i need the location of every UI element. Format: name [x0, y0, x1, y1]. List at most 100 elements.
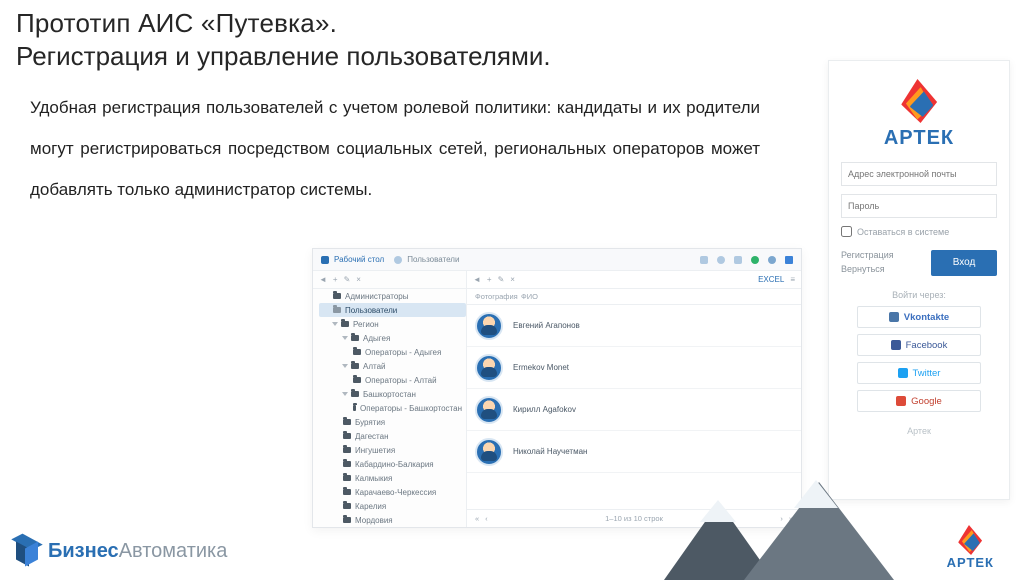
list-del[interactable]: × — [510, 275, 515, 284]
tree-node-label: Операторы - Башкортостан — [360, 404, 462, 413]
tree-node[interactable]: Карачаево-Черкессия — [319, 485, 466, 499]
tree-delete[interactable]: × — [356, 275, 361, 284]
tree-node[interactable]: Регион — [319, 317, 466, 331]
caret-icon[interactable] — [342, 336, 348, 340]
avatar — [475, 354, 503, 382]
crumb-users[interactable]: Пользователи — [394, 255, 459, 264]
caret-icon[interactable] — [342, 364, 348, 368]
social-vkontakte[interactable]: Vkontakte — [857, 306, 981, 328]
tree-node-label: Алтай — [363, 362, 386, 371]
col-name[interactable]: ФИО — [521, 292, 538, 301]
google-icon — [896, 396, 906, 406]
account-icon[interactable] — [768, 256, 776, 264]
login-via-label: Войти через: — [841, 290, 997, 300]
tree-node[interactable]: Операторы - Башкортостан — [319, 401, 466, 415]
avatar — [475, 312, 503, 340]
folder-icon — [343, 489, 351, 495]
row-name: Кирилл Agafokov — [513, 405, 576, 414]
row-name: Евгений Агапонов — [513, 321, 580, 330]
folder-icon — [343, 419, 351, 425]
list-panel: ◄ + ✎ × EXCEL ≡ Фотография ФИО Евгений А… — [467, 271, 801, 527]
pager-next[interactable]: › — [780, 514, 783, 523]
tree-panel: ◄ + ✎ × Администраторы Пользователи Регион… — [313, 271, 467, 527]
tree-node[interactable]: Кабардино-Балкария — [319, 457, 466, 471]
email-field[interactable] — [841, 162, 997, 186]
tree-edit[interactable]: ✎ — [344, 275, 351, 284]
tree-node[interactable]: Пользователи — [319, 303, 466, 317]
tw-label: Twitter — [913, 368, 941, 379]
caret-icon[interactable] — [332, 322, 338, 326]
flame-icon — [901, 79, 937, 123]
col-photo[interactable]: Фотография — [475, 292, 521, 301]
tree-node[interactable]: Ингушетия — [319, 443, 466, 457]
tree-node-label: Операторы - Адыгея — [365, 348, 441, 357]
folder-icon — [333, 293, 341, 299]
tree-node-label: Башкортостан — [363, 390, 416, 399]
tree-node[interactable]: Адыгея — [319, 331, 466, 345]
tree-node[interactable]: Операторы - Адыгея — [319, 345, 466, 359]
mail-icon[interactable] — [734, 256, 742, 264]
tree-add[interactable]: + — [333, 275, 338, 284]
social-google[interactable]: Google — [857, 390, 981, 412]
table-row[interactable]: Кирилл Agafokov — [467, 389, 801, 431]
bookmark-icon[interactable] — [700, 256, 708, 264]
tree-node-label: Регион — [353, 320, 379, 329]
tree-node[interactable]: Калмыкия — [319, 471, 466, 485]
footer-artek-text: АРТЕК — [947, 555, 994, 570]
tree-node-label: Пользователи — [345, 306, 397, 315]
apps-icon[interactable] — [785, 256, 793, 264]
vk-icon — [889, 312, 899, 322]
folder-icon — [341, 321, 349, 327]
tree-node[interactable]: Башкортостан — [319, 387, 466, 401]
tree-node[interactable]: Операторы - Алтай — [319, 373, 466, 387]
folder-icon — [353, 377, 361, 383]
table-row[interactable]: Ermekov Monet — [467, 347, 801, 389]
menu-icon[interactable]: ≡ — [790, 275, 795, 284]
avatar — [475, 396, 503, 424]
social-facebook[interactable]: Facebook — [857, 334, 981, 356]
crumb-home-label: Рабочий стол — [334, 255, 384, 264]
login-card: АРТЕК Оставаться в системе Регистрация В… — [828, 60, 1010, 500]
tree-node[interactable]: Карелия — [319, 499, 466, 513]
tree-node-label: Дагестан — [355, 432, 389, 441]
password-field[interactable] — [841, 194, 997, 218]
tree-node-label: Адыгея — [363, 334, 390, 343]
register-link[interactable]: Регистрация — [841, 249, 894, 263]
avatar — [475, 438, 503, 466]
pager-label: 1–10 из 10 строк — [494, 514, 775, 523]
tree-node[interactable]: Администраторы — [319, 289, 466, 303]
pager-last[interactable]: » — [789, 514, 793, 523]
folder-icon — [351, 363, 359, 369]
list-edit[interactable]: ✎ — [498, 275, 505, 284]
remember-checkbox[interactable]: Оставаться в системе — [841, 226, 997, 237]
tree-node[interactable]: Алтай — [319, 359, 466, 373]
crumb-users-label: Пользователи — [407, 255, 459, 264]
social-twitter[interactable]: Twitter — [857, 362, 981, 384]
folder-icon — [343, 475, 351, 481]
tree-node-label: Мордовия — [355, 516, 393, 525]
caret-icon[interactable] — [342, 392, 348, 396]
remember-input[interactable] — [841, 226, 852, 237]
login-button[interactable]: Вход — [931, 250, 997, 276]
tree-node[interactable]: Бурятия — [319, 415, 466, 429]
footer-artek-logo: АРТЕК — [947, 525, 994, 570]
tree-node[interactable]: Дагестан — [319, 429, 466, 443]
chat-icon[interactable] — [717, 256, 725, 264]
pager-first[interactable]: « — [475, 514, 479, 523]
list-add[interactable]: + — [487, 275, 492, 284]
tree-back[interactable]: ◄ — [319, 275, 327, 284]
tree-node[interactable]: Мордовия — [319, 513, 466, 527]
tree-node-label: Бурятия — [355, 418, 385, 427]
row-name: Ermekov Monet — [513, 363, 569, 372]
tree-node-label: Администраторы — [345, 292, 408, 301]
tree-node-label: Ингушетия — [355, 446, 395, 455]
export-excel[interactable]: EXCEL — [758, 275, 784, 284]
pager-prev[interactable]: ‹ — [485, 514, 488, 523]
folder-icon — [351, 391, 359, 397]
table-row[interactable]: Николай Научетман — [467, 431, 801, 473]
table-row[interactable]: Евгений Агапонов — [467, 305, 801, 347]
back-link[interactable]: Вернуться — [841, 263, 894, 277]
status-icon[interactable] — [751, 256, 759, 264]
crumb-home[interactable]: Рабочий стол — [321, 255, 384, 264]
list-back[interactable]: ◄ — [473, 275, 481, 284]
